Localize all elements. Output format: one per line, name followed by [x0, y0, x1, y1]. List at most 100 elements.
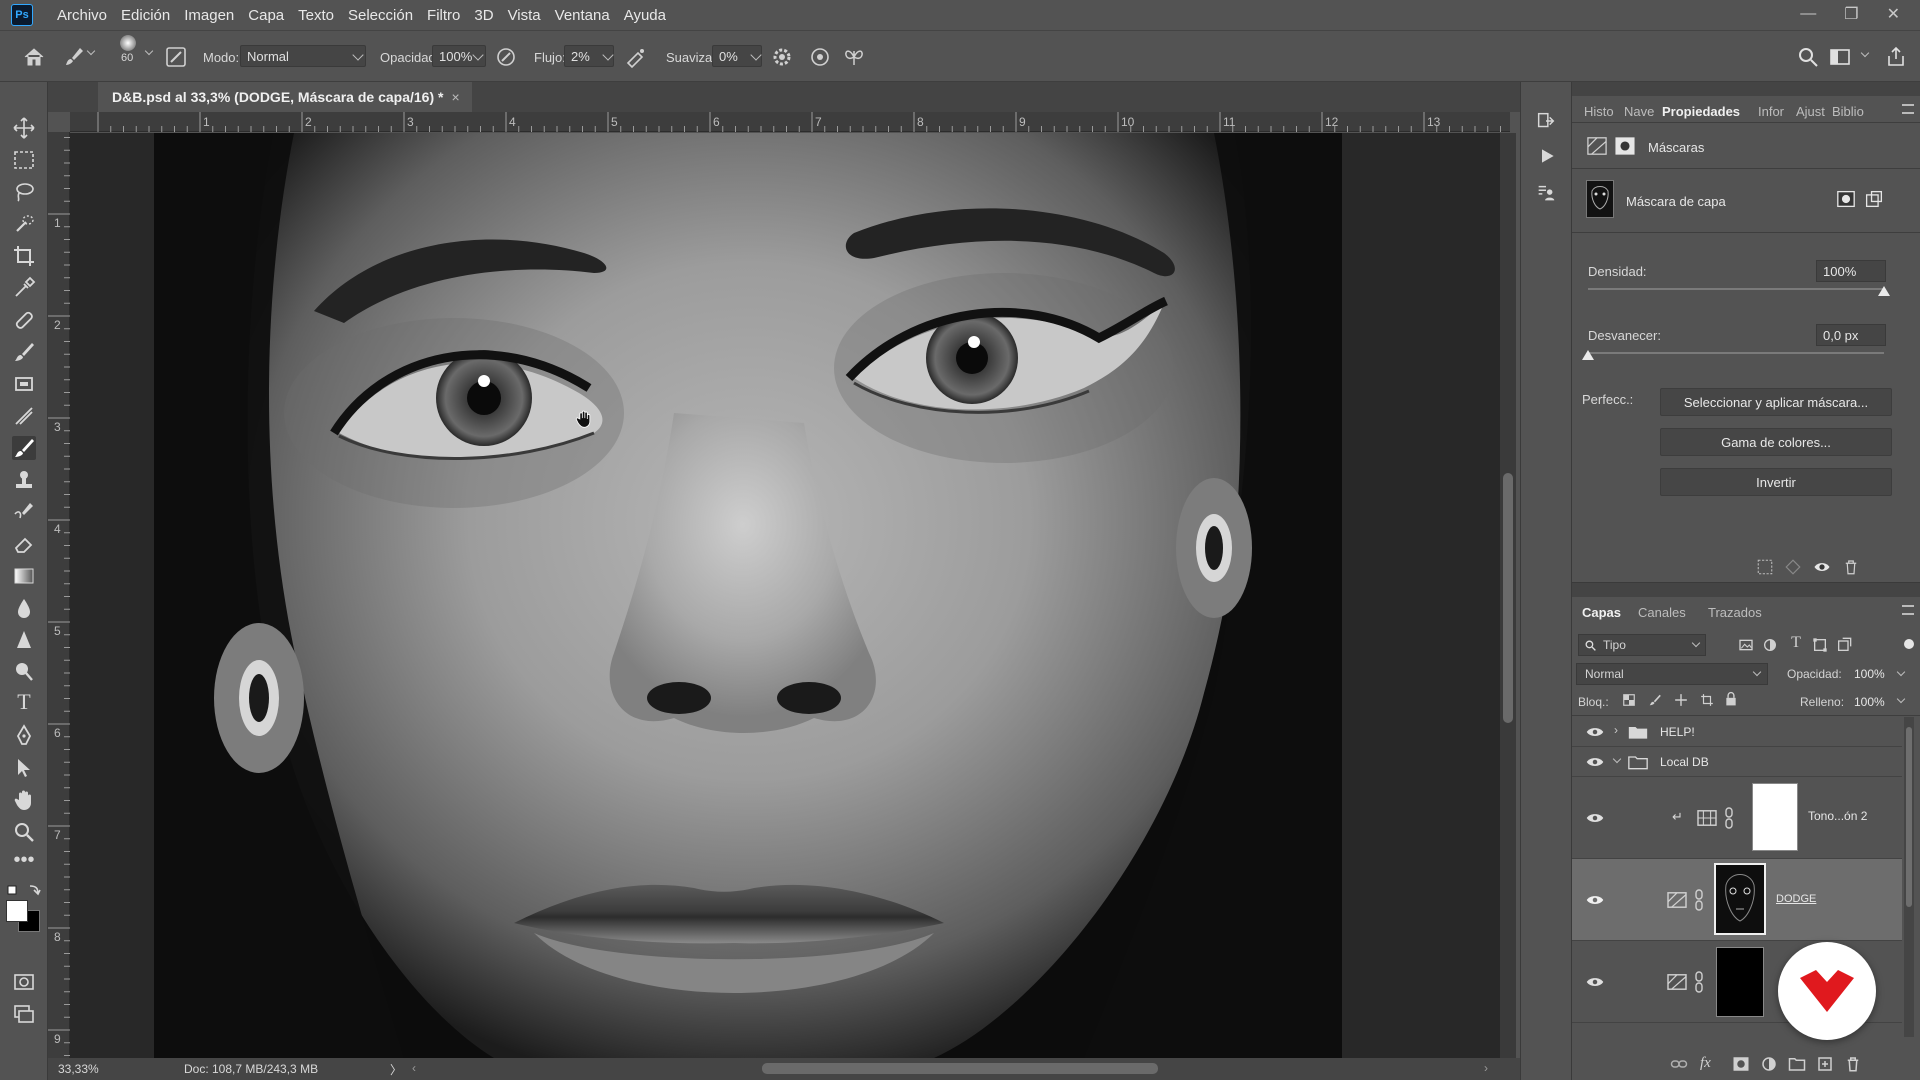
scrollbar-thumb[interactable]	[1906, 727, 1912, 907]
load-selection-icon[interactable]	[1756, 558, 1774, 576]
scroll-left-icon[interactable]: ‹	[412, 1061, 416, 1075]
menu-archivo[interactable]: Archivo	[57, 7, 107, 24]
brush-tool-icon[interactable]	[12, 340, 36, 364]
foreground-color-swatch[interactable]	[6, 900, 28, 922]
mode-select[interactable]: Normal	[240, 45, 366, 67]
close-tab-icon[interactable]: ×	[451, 89, 459, 105]
brush-active-tool-icon[interactable]	[12, 436, 36, 460]
status-menu-arrow[interactable]: 〉	[390, 1061, 402, 1078]
chain-link-icon[interactable]	[1724, 807, 1734, 829]
menu-3d[interactable]: 3D	[474, 7, 493, 24]
layer-mask-thumbnail[interactable]	[1752, 783, 1798, 851]
invert-button[interactable]: Invertir	[1660, 468, 1892, 496]
zoom-level[interactable]: 33,33%	[58, 1062, 99, 1076]
expand-chevron-icon[interactable]: ›	[1614, 723, 1618, 737]
gear-icon[interactable]	[770, 45, 794, 69]
layer-comps-icon[interactable]	[1535, 182, 1557, 204]
new-adjustment-layer-icon[interactable]	[1760, 1055, 1778, 1073]
layer-dodge-selected[interactable]: DODGE	[1572, 859, 1902, 941]
chevron-down-icon[interactable]	[1896, 667, 1906, 677]
menu-imagen[interactable]: Imagen	[184, 7, 234, 24]
close-window-icon[interactable]: ✕	[1887, 4, 1900, 24]
type-tool-icon[interactable]: T	[12, 690, 36, 714]
history-brush-tool-icon[interactable]	[12, 404, 36, 428]
visibility-eye-icon[interactable]	[1586, 812, 1604, 824]
stamp-tool-icon[interactable]	[12, 468, 36, 492]
pen-tool-icon[interactable]	[12, 724, 36, 748]
visibility-eye-icon[interactable]	[1586, 726, 1604, 738]
apply-mask-icon[interactable]	[1784, 558, 1802, 576]
workspace-icon[interactable]	[1828, 45, 1852, 69]
feather-slider-knob[interactable]	[1582, 350, 1594, 360]
minimize-icon[interactable]: —	[1800, 5, 1816, 23]
scrollbar-thumb[interactable]	[1503, 473, 1513, 723]
menu-edicion[interactable]: Edición	[121, 7, 170, 24]
quick-selection-tool-icon[interactable]	[12, 212, 36, 236]
brush-settings-panel-icon[interactable]	[164, 45, 188, 69]
density-field[interactable]: 100%	[1816, 260, 1886, 282]
new-group-icon[interactable]	[1788, 1055, 1806, 1073]
path-selection-tool-icon[interactable]	[12, 756, 36, 780]
tab-channels[interactable]: Canales	[1638, 605, 1686, 620]
add-pixel-mask-icon[interactable]	[1836, 190, 1856, 208]
eye-icon[interactable]	[1812, 558, 1832, 576]
filter-smart-object-icon[interactable]	[1836, 637, 1852, 653]
density-slider-track[interactable]	[1588, 288, 1884, 290]
lasso-tool-icon[interactable]	[12, 180, 36, 204]
panel-menu-icon[interactable]	[1902, 104, 1914, 114]
restore-icon[interactable]: ❐	[1844, 4, 1858, 24]
quick-mask-icon[interactable]	[12, 970, 36, 994]
layer-mask-thumbnail[interactable]	[1714, 863, 1766, 935]
tab-history[interactable]: Histo	[1584, 104, 1614, 119]
color-range-button[interactable]: Gama de colores...	[1660, 428, 1892, 456]
layer-opacity-value[interactable]: 100%	[1854, 667, 1885, 681]
panel-menu-icon[interactable]	[1902, 605, 1914, 615]
feather-field[interactable]: 0,0 px	[1816, 324, 1886, 346]
add-vector-mask-icon[interactable]	[1864, 190, 1884, 208]
eyedropper-tool-icon[interactable]	[12, 276, 36, 300]
brush-tool-preset-icon[interactable]	[62, 45, 86, 69]
horizontal-scrollbar-thumb[interactable]	[762, 1063, 1158, 1074]
gradient-tool-icon[interactable]	[12, 564, 36, 588]
visibility-eye-icon[interactable]	[1586, 756, 1604, 768]
chevron-down-icon[interactable]	[1860, 48, 1870, 58]
menu-ventana[interactable]: Ventana	[555, 7, 610, 24]
share-icon[interactable]	[1884, 45, 1908, 69]
layer-group-help[interactable]: › HELP!	[1572, 717, 1902, 747]
hand-tool-icon[interactable]	[12, 788, 36, 812]
chain-link-icon[interactable]	[1694, 971, 1704, 993]
menu-filtro[interactable]: Filtro	[427, 7, 460, 24]
symmetry-butterfly-icon[interactable]	[842, 45, 866, 69]
marquee-tool-icon[interactable]	[12, 148, 36, 172]
blend-mode-select[interactable]: Normal	[1576, 663, 1768, 685]
layer-mask-thumbnail[interactable]	[1716, 947, 1764, 1017]
tab-adjustments[interactable]: Ajust	[1796, 104, 1825, 119]
document-tab[interactable]: D&B.psd al 33,3% (DODGE, Máscara de capa…	[98, 82, 472, 112]
airbrush-icon[interactable]	[624, 45, 648, 69]
screen-mode-icon[interactable]	[12, 1002, 36, 1026]
search-icon[interactable]	[1796, 45, 1820, 69]
clone-stamp-tool-icon[interactable]	[12, 372, 36, 396]
scroll-right-icon[interactable]: ›	[1484, 1061, 1488, 1075]
play-actions-icon[interactable]	[1537, 146, 1557, 166]
pressure-size-icon[interactable]	[808, 45, 832, 69]
lock-pixels-icon[interactable]	[1648, 693, 1662, 707]
fill-value[interactable]: 100%	[1854, 695, 1885, 709]
feather-slider-track[interactable]	[1588, 352, 1884, 354]
crop-tool-icon[interactable]	[12, 244, 36, 268]
layer-hue-saturation-2[interactable]: ↵ Tono...ón 2	[1572, 777, 1902, 859]
layer-group-local-db[interactable]: Local DB	[1572, 747, 1902, 777]
filter-pixel-icon[interactable]	[1738, 637, 1754, 653]
select-and-mask-button[interactable]: Seleccionar y aplicar máscara...	[1660, 388, 1892, 416]
filter-type-icon[interactable]: T	[1788, 634, 1804, 652]
dodge-tool-icon[interactable]	[12, 660, 36, 684]
filter-adjustment-icon[interactable]	[1762, 637, 1778, 653]
chevron-down-icon[interactable]	[1896, 694, 1906, 704]
collapse-chevron-icon[interactable]	[1612, 754, 1622, 764]
move-tool-icon[interactable]	[12, 116, 36, 140]
new-layer-icon[interactable]	[1816, 1055, 1834, 1073]
portrait-photo[interactable]	[154, 133, 1342, 1058]
filter-toggle-icon[interactable]	[1904, 639, 1914, 649]
menu-vista[interactable]: Vista	[508, 7, 541, 24]
delete-layer-icon[interactable]	[1844, 1055, 1862, 1073]
